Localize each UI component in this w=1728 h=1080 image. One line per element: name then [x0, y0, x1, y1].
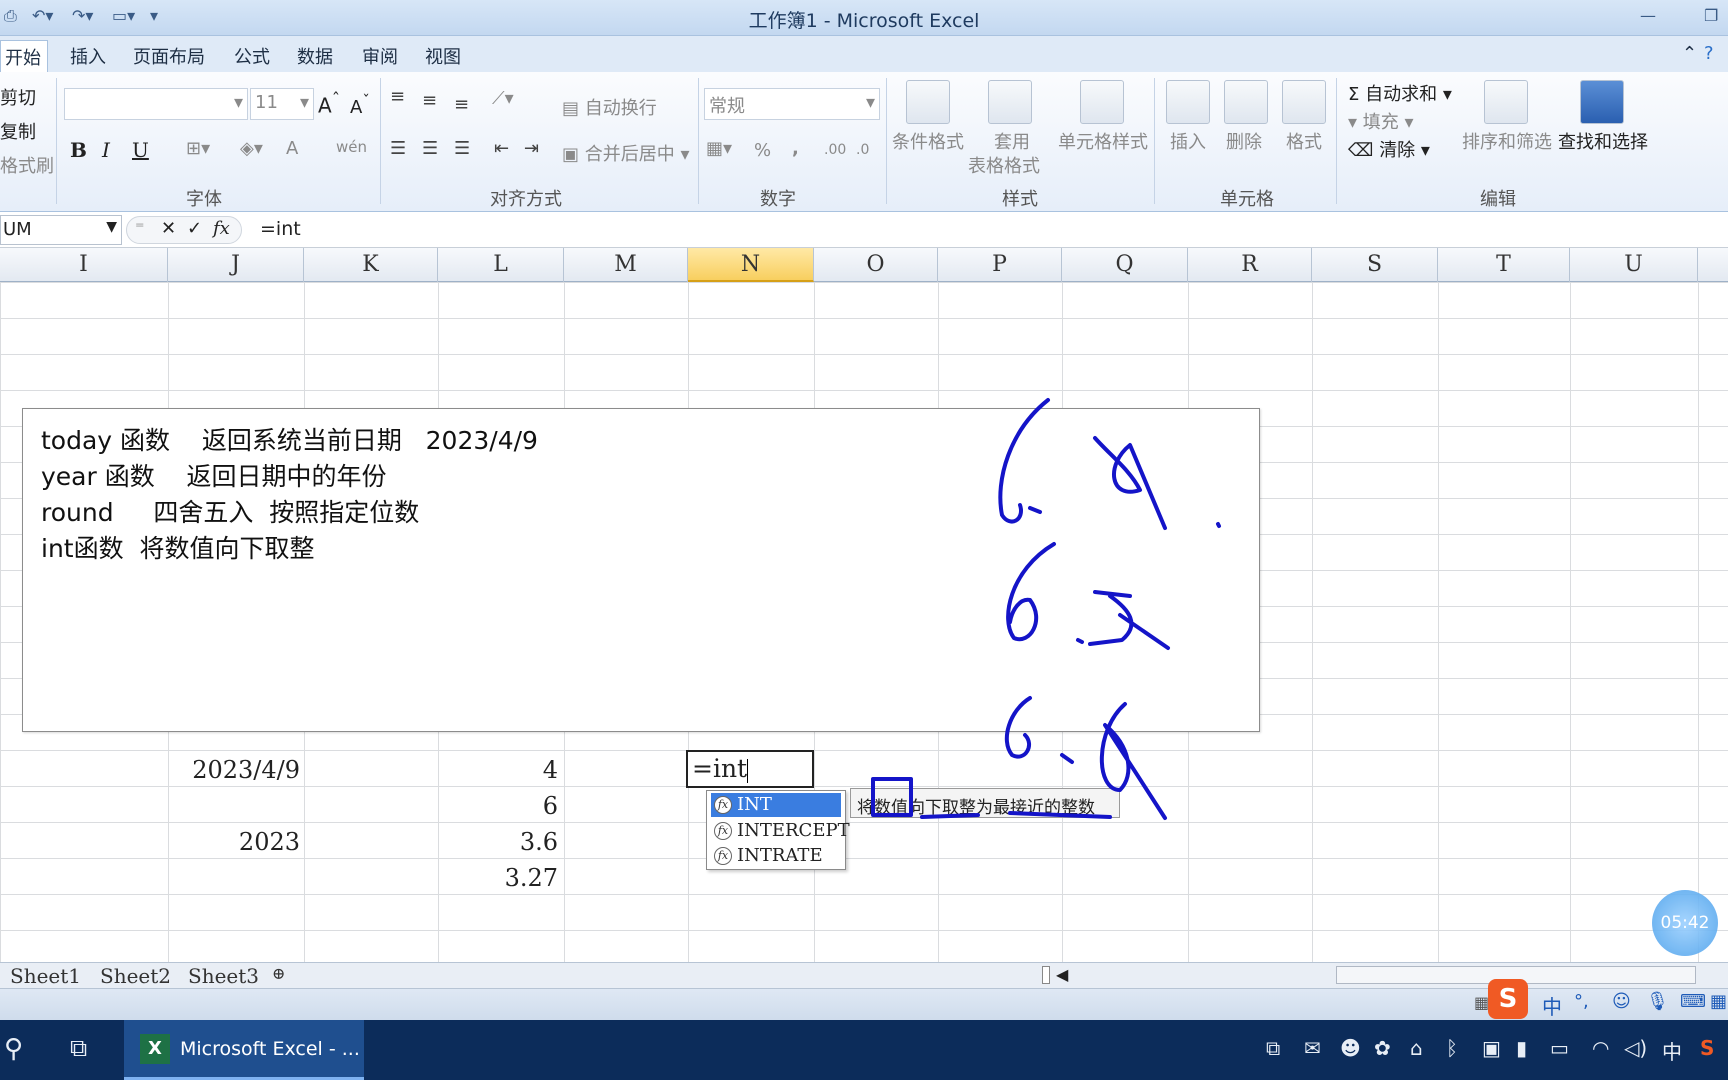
- punctuation-icon[interactable]: °,: [1574, 991, 1589, 1012]
- ime-chinese-mode[interactable]: 中: [1542, 991, 1562, 1020]
- sogou-tray-icon[interactable]: S: [1700, 1036, 1714, 1060]
- chat-icon[interactable]: ✉: [1304, 1036, 1321, 1060]
- ink-stroke: [1004, 696, 1032, 759]
- normal-view-icon[interactable]: ▦: [1474, 993, 1489, 1012]
- keyboard-icon[interactable]: ⌨: [1680, 991, 1706, 1012]
- emoji-icon[interactable]: ☺: [1612, 991, 1631, 1012]
- volume-icon[interactable]: ◁): [1624, 1036, 1647, 1060]
- flower-icon[interactable]: ✿: [1374, 1036, 1391, 1060]
- qq-icon[interactable]: ☻: [1340, 1036, 1361, 1060]
- ink-stroke: [1006, 542, 1056, 642]
- new-sheet-icon[interactable]: ⊕: [272, 964, 285, 983]
- nvidia-icon[interactable]: ▣: [1482, 1036, 1501, 1060]
- sheet-tab-sheet1[interactable]: Sheet1: [10, 964, 81, 988]
- sheet-tab-sheet3[interactable]: Sheet3: [188, 964, 259, 988]
- usb-icon[interactable]: ⌂: [1410, 1036, 1423, 1060]
- ime-indicator[interactable]: 中: [1662, 1036, 1682, 1065]
- split-handle[interactable]: [1042, 966, 1050, 984]
- toolbox-icon[interactable]: ▦: [1710, 991, 1727, 1012]
- excel-window: ⎙ ↶▾ ↷▾ ▭▾ ▾ 工作簿1 - Microsoft Excel — ❐ …: [0, 0, 1728, 1080]
- sheet-tab-bar: Sheet1 Sheet2 Sheet3 ⊕ ◀: [0, 962, 1728, 988]
- ink-underline: [920, 811, 1112, 819]
- ink-stroke: [1060, 753, 1074, 764]
- ink-stroke: [998, 398, 1050, 524]
- ink-box-highlight: [871, 777, 913, 817]
- ink-stroke: [1099, 702, 1167, 820]
- taskbar-excel-button[interactable]: X Microsoft Excel - ...: [124, 1020, 364, 1080]
- mic-icon[interactable]: ▮: [1516, 1036, 1527, 1060]
- sogou-ime-icon[interactable]: S: [1488, 979, 1528, 1019]
- ink-stroke: [1076, 638, 1084, 644]
- ink-stroke: [1088, 590, 1170, 650]
- scroll-left-icon[interactable]: ◀: [1056, 965, 1068, 984]
- microphone-icon[interactable]: 🎙: [1646, 991, 1669, 1012]
- taskbar-app-label: Microsoft Excel - ...: [180, 1038, 360, 1060]
- ink-stroke: [1028, 506, 1042, 514]
- ink-stroke: [1093, 436, 1167, 530]
- sheet-tab-sheet2[interactable]: Sheet2: [100, 964, 171, 988]
- search-icon[interactable]: ⚲: [4, 1034, 23, 1064]
- status-bar: ▦ S 中 °, ☺ 🎙 ⌨ ▦: [0, 979, 1728, 1020]
- window-icon[interactable]: ⧉: [1266, 1036, 1280, 1060]
- excel-icon: X: [140, 1034, 170, 1064]
- task-view-icon[interactable]: ⧉: [70, 1034, 87, 1062]
- wifi-icon[interactable]: ◠: [1592, 1036, 1609, 1060]
- bluetooth-icon[interactable]: ᛒ: [1446, 1036, 1458, 1060]
- handwriting-overlay: [871, 398, 1221, 820]
- battery-icon[interactable]: ▭: [1550, 1036, 1569, 1060]
- ink-stroke: [1216, 522, 1221, 528]
- recording-timer: 05:42: [1652, 890, 1718, 956]
